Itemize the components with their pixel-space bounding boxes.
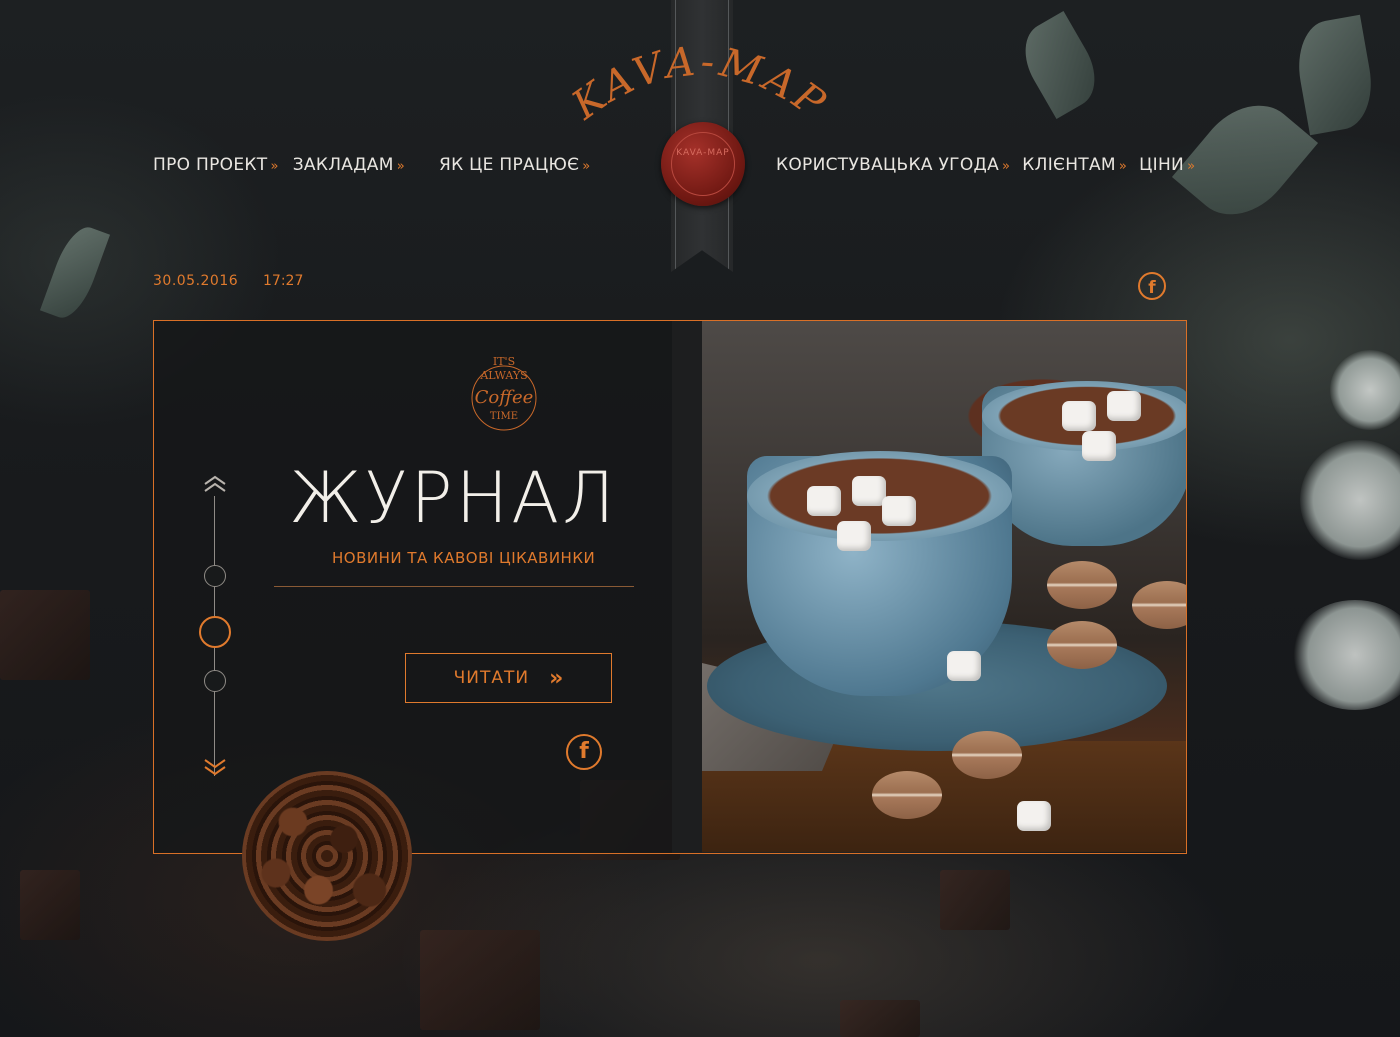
seal-ring	[671, 132, 735, 196]
photo-marshmallow	[807, 486, 841, 516]
nav-item-venues[interactable]: ЗАКЛАДАМ »	[293, 155, 405, 175]
facebook-icon[interactable]: f	[1138, 272, 1166, 300]
chocolate-decoration	[840, 1000, 920, 1037]
photo-marshmallow	[1082, 431, 1116, 461]
chevron-down-icon: »	[1118, 158, 1128, 174]
chevron-down-icon: »	[1187, 158, 1196, 174]
hot-chocolate-photo	[702, 321, 1186, 852]
photo-macaron	[1132, 581, 1186, 629]
badge-line3: Coffee	[475, 387, 534, 408]
chevron-down-icon: »	[582, 158, 591, 174]
nav-item-label: ПРО ПРОЕКТ	[153, 155, 268, 175]
hero-card: IT'S ALWAYS Coffee TIME ЖУРНАЛ НОВИНИ ТА…	[153, 320, 1187, 941]
slider-dot-active[interactable]	[199, 616, 231, 648]
photo-macaron	[952, 731, 1022, 779]
time-label: 17:27	[263, 273, 304, 289]
photo-macaron	[872, 771, 942, 819]
photo-macaron	[1047, 561, 1117, 609]
nav-item-how-it-works[interactable]: ЯК ЦЕ ПРАЦЮЄ »	[439, 155, 591, 175]
facebook-icon[interactable]: f	[566, 734, 602, 770]
chocolate-decoration	[0, 590, 90, 680]
photo-macaron	[1047, 621, 1117, 669]
chocolate-decoration	[420, 930, 540, 1030]
photo-marshmallow	[1107, 391, 1141, 421]
flower-decoration	[1330, 350, 1400, 430]
brand-name: KAVA-MAP	[563, 38, 832, 129]
photo-marshmallow	[882, 496, 916, 526]
page-subtitle: НОВИНИ ТА КАВОВІ ЦІКАВИНКИ	[332, 549, 596, 567]
chocolate-decoration	[20, 870, 80, 940]
nav-item-prices[interactable]: ЦІНИ »	[1139, 155, 1195, 175]
nav-right: КОРИСТУВАЦЬКА УГОДА » КЛІЄНТАМ » ЦІНИ »	[776, 155, 1195, 175]
up-arrow-icon[interactable]	[203, 475, 227, 498]
nav-item-about[interactable]: ПРО ПРОЕКТ »	[153, 155, 279, 175]
coffee-beans-image	[242, 771, 412, 941]
page-title: ЖУРНАЛ	[289, 457, 618, 539]
nav-item-user-agreement[interactable]: КОРИСТУВАЦЬКА УГОДА »	[776, 155, 1010, 175]
brand-logo[interactable]: KAVA-MAP	[560, 38, 840, 130]
nav-item-label: ЦІНИ	[1139, 155, 1185, 175]
coffee-cup-icon: IT'S ALWAYS Coffee TIME	[471, 355, 537, 431]
photo-marshmallow	[852, 476, 886, 506]
nav-left: ПРО ПРОЕКТ » ЗАКЛАДАМ » ЯК ЦЕ ПРАЦЮЄ »	[153, 155, 591, 175]
subtitle-divider	[274, 586, 634, 587]
svg-text:KAVA-MAP: KAVA-MAP	[563, 40, 836, 129]
photo-marshmallow	[1017, 801, 1051, 831]
down-arrow-icon[interactable]	[203, 757, 227, 780]
wax-seal-logo[interactable]: KAVA-MAP	[661, 122, 745, 206]
coffee-time-badge: IT'S ALWAYS Coffee TIME	[454, 343, 554, 443]
date-label: 30.05.2016	[153, 273, 239, 289]
brand-wordmark: KAVA-MAP	[563, 38, 836, 129]
read-button[interactable]: ЧИТАТИ »	[405, 653, 612, 703]
seal-text: KAVA-MAP	[676, 148, 730, 158]
chevron-down-icon: »	[396, 158, 405, 174]
double-chevron-right-icon: »	[549, 665, 564, 691]
nav-item-clients[interactable]: КЛІЄНТАМ »	[1022, 155, 1127, 175]
photo-marshmallow	[1062, 401, 1096, 431]
chocolate-decoration	[940, 870, 1010, 930]
badge-line1: IT'S	[493, 355, 515, 368]
badge-line2: ALWAYS	[479, 369, 527, 382]
slider-dot[interactable]	[204, 565, 226, 587]
nav-item-label: ЯК ЦЕ ПРАЦЮЄ	[438, 155, 580, 175]
slider-dot[interactable]	[204, 670, 226, 692]
read-button-label: ЧИТАТИ	[453, 668, 530, 688]
badge-line4: TIME	[490, 411, 518, 422]
nav-item-label: КЛІЄНТАМ	[1022, 155, 1116, 175]
photo-marshmallow	[947, 651, 981, 681]
nav-item-label: ЗАКЛАДАМ	[292, 155, 394, 175]
photo-marshmallow	[837, 521, 871, 551]
nav-item-label: КОРИСТУВАЦЬКА УГОДА	[776, 155, 1000, 175]
hero-text-panel	[154, 321, 702, 853]
chevron-down-icon: »	[270, 158, 279, 174]
chevron-down-icon: »	[1002, 158, 1011, 174]
